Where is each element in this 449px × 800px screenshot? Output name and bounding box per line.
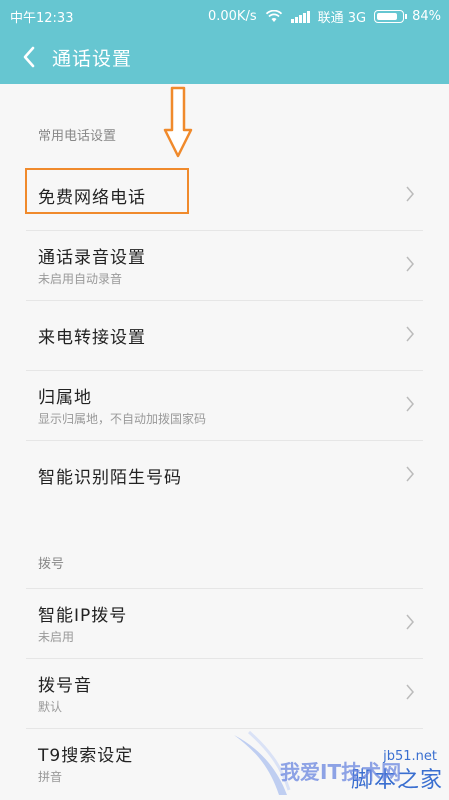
back-arrow-icon[interactable] bbox=[18, 44, 42, 70]
chevron-right-icon bbox=[406, 326, 414, 342]
signal-icon bbox=[290, 10, 310, 23]
carrier: 联通 3G bbox=[317, 11, 367, 26]
chevron-right-icon bbox=[406, 684, 414, 700]
app-header: 通话设置 bbox=[0, 30, 449, 84]
status-bar: 中午12:33 0.00K/s 联通 3G 84% bbox=[0, 0, 449, 30]
setting-subtitle: 显示归属地，不自动加拨国家码 bbox=[38, 412, 207, 426]
battery-percent: 84% bbox=[412, 9, 441, 24]
section-header-common: 常用电话设置 bbox=[38, 129, 117, 144]
net-speed: 0.00K/s bbox=[207, 9, 257, 24]
chevron-right-icon bbox=[406, 256, 414, 272]
page-title: 通话设置 bbox=[52, 48, 133, 70]
setting-subtitle: 未启用 bbox=[38, 630, 75, 644]
setting-subtitle: 拼音 bbox=[38, 770, 63, 784]
wifi-icon bbox=[265, 10, 282, 22]
chevron-right-icon bbox=[406, 186, 414, 202]
chevron-right-icon bbox=[406, 396, 414, 412]
setting-call-recording[interactable]: 通话录音设置 未启用自动录音 bbox=[0, 230, 449, 300]
setting-title: 拨号音 bbox=[38, 676, 92, 696]
setting-title: 智能识别陌生号码 bbox=[38, 468, 182, 488]
setting-title: 归属地 bbox=[38, 388, 92, 408]
settings-list: 常用电话设置 免费网络电话 通话录音设置 未启用自动录音 来电转接设置 归属地 … bbox=[0, 84, 449, 798]
chevron-right-icon bbox=[406, 466, 414, 482]
setting-caller-location[interactable]: 归属地 显示归属地，不自动加拨国家码 bbox=[0, 370, 449, 440]
chevron-right-icon bbox=[406, 614, 414, 630]
section-header-dial: 拨号 bbox=[38, 557, 65, 572]
setting-call-forwarding[interactable]: 来电转接设置 bbox=[0, 300, 449, 370]
setting-free-network-call[interactable]: 免费网络电话 bbox=[0, 160, 449, 230]
setting-title: 智能IP拨号 bbox=[38, 606, 128, 626]
setting-title: 通话录音设置 bbox=[38, 248, 146, 268]
setting-title: 来电转接设置 bbox=[38, 328, 146, 348]
annotation-arrow-down-icon bbox=[163, 86, 193, 158]
watermark-slogan: 我爱IT技术网 bbox=[280, 760, 402, 784]
battery-icon bbox=[374, 10, 408, 23]
setting-subtitle: 默认 bbox=[38, 700, 63, 714]
setting-dial-tone[interactable]: 拨号音 默认 bbox=[0, 658, 449, 728]
setting-title: 免费网络电话 bbox=[38, 188, 146, 208]
setting-title: T9搜索设定 bbox=[38, 746, 134, 766]
setting-smart-ip-dial[interactable]: 智能IP拨号 未启用 bbox=[0, 588, 449, 658]
status-time: 中午12:33 bbox=[10, 11, 74, 26]
setting-smart-unknown-number[interactable]: 智能识别陌生号码 bbox=[0, 440, 449, 510]
setting-subtitle: 未启用自动录音 bbox=[38, 272, 123, 286]
